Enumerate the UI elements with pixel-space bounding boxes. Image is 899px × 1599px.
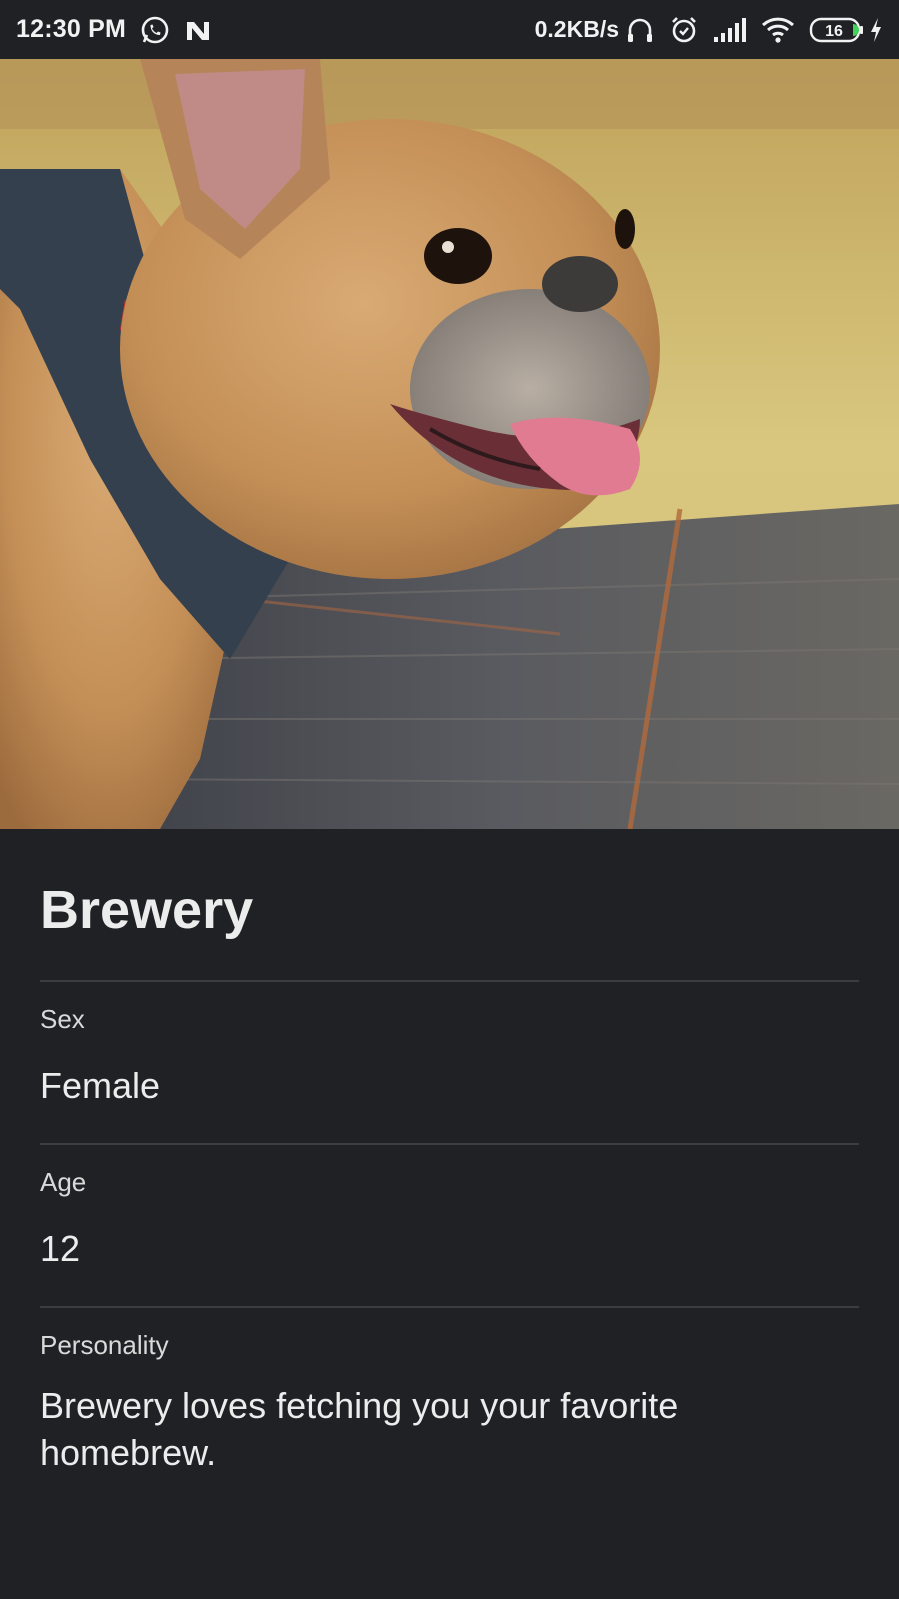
wifi-icon [761, 16, 795, 44]
status-right: 0.2KB/s 16 [535, 15, 883, 45]
personality-value: Brewery loves fetching you your favorite… [40, 1384, 679, 1473]
signal-icon [713, 17, 747, 43]
personality-label: Personality [40, 1329, 169, 1360]
pet-details: Brewery Sex Female Age 12 Personality Br… [0, 829, 899, 1599]
divider [40, 980, 859, 983]
battery-level: 16 [825, 23, 843, 40]
age-value: 12 [40, 1228, 81, 1270]
headphones-icon [625, 15, 655, 45]
network-speed: 0.2KB/s [534, 16, 619, 42]
sex-value: Female [40, 1065, 161, 1107]
alarm-icon [669, 15, 699, 45]
divider [40, 1143, 859, 1146]
sex-label: Sex [40, 1004, 85, 1035]
status-left: 12:30 PM [16, 15, 212, 45]
whatsapp-icon [140, 15, 170, 45]
clock: 12:30 PM [16, 15, 126, 43]
pet-name: Brewery [40, 880, 254, 940]
n-notification-icon [184, 16, 212, 44]
status-bar: 12:30 PM 0.2KB/s 16 [0, 0, 899, 59]
age-label: Age [40, 1167, 87, 1198]
divider [40, 1305, 859, 1308]
pet-photo [0, 59, 899, 829]
charging-icon [869, 17, 883, 43]
battery-icon: 16 [809, 16, 865, 44]
